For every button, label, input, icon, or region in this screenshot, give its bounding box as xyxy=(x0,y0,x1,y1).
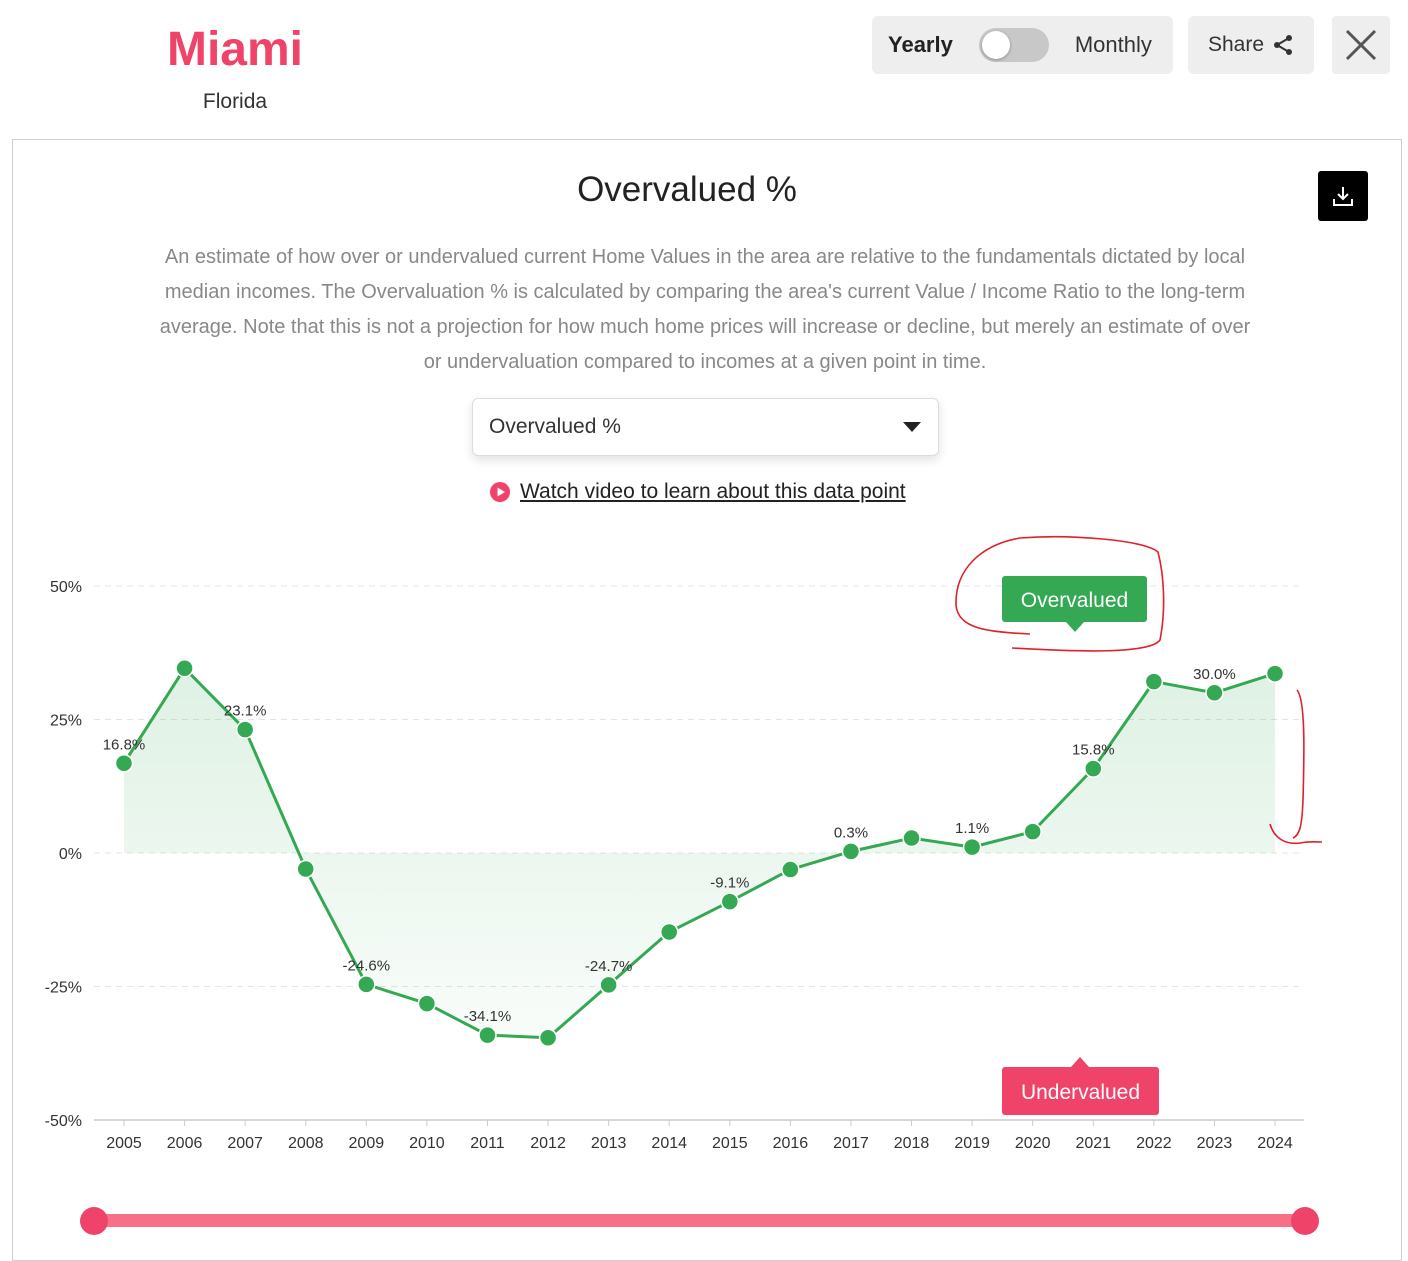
data-label: 16.8% xyxy=(103,736,146,753)
data-label: -24.6% xyxy=(343,957,391,974)
data-point-2014 xyxy=(659,922,679,942)
data-label: 15.8% xyxy=(1072,742,1115,759)
x-tick-label: 2022 xyxy=(1136,1135,1172,1152)
data-point-2007 xyxy=(235,720,255,739)
data-label: -34.1% xyxy=(464,1008,512,1025)
x-tick-label: 2020 xyxy=(1015,1135,1051,1152)
x-tick-label: 2014 xyxy=(651,1135,687,1152)
year-range-slider[interactable] xyxy=(94,1214,1304,1227)
data-point-2011 xyxy=(478,1025,497,1045)
data-point-2006 xyxy=(175,658,194,678)
data-point-2022 xyxy=(1144,672,1164,691)
y-tick-label: 50% xyxy=(50,579,82,596)
data-point-2021 xyxy=(1084,759,1103,778)
data-point-2008 xyxy=(296,859,315,879)
x-tick-label: 2024 xyxy=(1257,1135,1293,1152)
overvalued-badge-arrow xyxy=(1066,622,1084,632)
x-tick-label: 2017 xyxy=(833,1135,869,1152)
x-tick-label: 2015 xyxy=(712,1135,748,1152)
x-tick-label: 2018 xyxy=(894,1135,930,1152)
y-tick-label: -25% xyxy=(45,980,82,997)
data-point-2019 xyxy=(962,837,982,857)
undervalued-badge-arrow xyxy=(1071,1057,1089,1067)
data-label: 30.0% xyxy=(1193,666,1236,683)
data-point-2005 xyxy=(114,754,134,773)
overvalued-badge: Overvalued xyxy=(1002,576,1147,632)
x-tick-label: 2006 xyxy=(167,1135,203,1152)
x-tick-label: 2005 xyxy=(106,1135,142,1152)
data-label: -24.7% xyxy=(585,958,633,975)
x-tick-label: 2013 xyxy=(591,1135,627,1152)
data-point-2023 xyxy=(1205,683,1224,703)
overvalued-line-chart: 50% 25% 0% -25% -50% 2005 2006 2007 2008 2009 2010… xyxy=(45,536,1323,1152)
x-tick-label: 2009 xyxy=(349,1135,385,1152)
annotation-bracket xyxy=(1269,689,1323,845)
data-point-2012 xyxy=(538,1028,558,1048)
slider-handle-start[interactable] xyxy=(80,1207,108,1235)
slider-handle-end[interactable] xyxy=(1291,1207,1319,1235)
undervalued-badge: Undervalued xyxy=(1002,1057,1159,1115)
data-point-2017 xyxy=(841,842,861,861)
undervalued-badge-label: Undervalued xyxy=(1021,1081,1140,1104)
overvalued-badge-label: Overvalued xyxy=(1021,589,1128,612)
x-tick-label: 2016 xyxy=(773,1135,809,1152)
series-area xyxy=(124,668,1276,1038)
x-tick-label: 2019 xyxy=(954,1135,990,1152)
data-point-2016 xyxy=(781,860,800,879)
data-label: 1.1% xyxy=(955,820,989,837)
data-point-2009 xyxy=(357,975,376,994)
data-point-2018 xyxy=(902,828,921,848)
y-tick-label: 25% xyxy=(50,713,82,730)
x-tick-label: 2008 xyxy=(288,1135,324,1152)
x-tick-label: 2010 xyxy=(409,1135,445,1152)
y-tick-label: 0% xyxy=(59,846,82,863)
x-tick-label: 2012 xyxy=(530,1135,566,1152)
data-point-2015 xyxy=(720,892,740,911)
x-tick-label: 2021 xyxy=(1075,1135,1111,1152)
data-label: 0.3% xyxy=(834,824,868,841)
x-tick-label: 2007 xyxy=(227,1135,263,1152)
data-label: 23.1% xyxy=(224,703,267,720)
data-point-2010 xyxy=(417,994,437,1013)
x-tick-label: 2023 xyxy=(1197,1135,1233,1152)
data-point-2024 xyxy=(1265,664,1285,683)
data-label: -9.1% xyxy=(710,875,749,892)
x-tick-label: 2011 xyxy=(470,1135,505,1152)
y-tick-label: -50% xyxy=(45,1113,82,1130)
data-point-2013 xyxy=(599,975,618,995)
data-point-2020 xyxy=(1023,822,1042,841)
